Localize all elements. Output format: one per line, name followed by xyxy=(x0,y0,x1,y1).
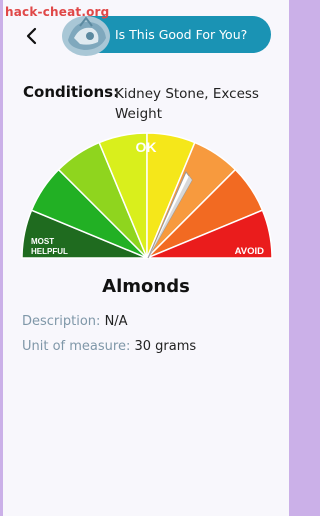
description-label: Description: xyxy=(22,314,101,329)
description-value: N/A xyxy=(104,314,128,329)
watermark: hack-cheat.org xyxy=(5,5,110,19)
gauge-label-helpful: HELPFUL xyxy=(31,247,68,256)
chevron-left-icon xyxy=(26,27,37,45)
health-gauge: OK MOST HELPFUL AVOID xyxy=(21,132,273,259)
conditions-value: Kidney Stone, Excess Weight xyxy=(115,86,259,122)
screen: hack-cheat.org Is This Good For You? Con… xyxy=(3,0,289,516)
page-title: Is This Good For You? xyxy=(115,27,248,42)
gauge-label-most: MOST xyxy=(31,237,54,246)
unit-row: Unit of measure: 30 grams xyxy=(22,339,196,354)
gauge-label-avoid: AVOID xyxy=(235,246,265,257)
unit-label: Unit of measure: xyxy=(22,339,131,354)
conditions-label: Conditions: xyxy=(23,83,120,101)
unit-value: 30 grams xyxy=(134,339,197,354)
gauge-label-ok: OK xyxy=(136,139,157,155)
description-row: Description: N/A xyxy=(22,314,128,329)
back-button[interactable] xyxy=(21,24,43,48)
food-name: Almonds xyxy=(102,276,190,297)
